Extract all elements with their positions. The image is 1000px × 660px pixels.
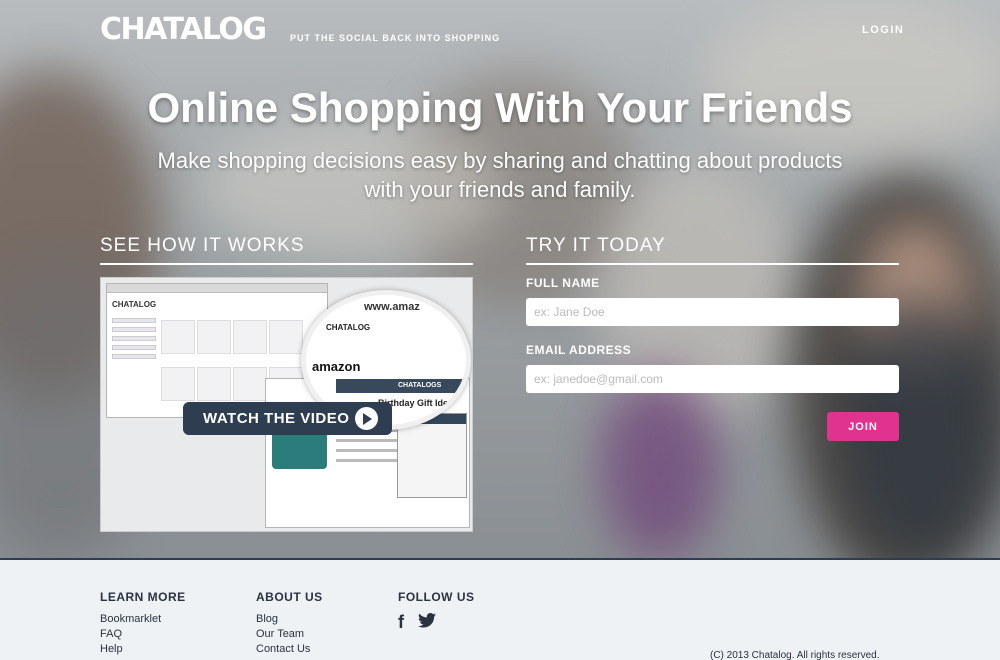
our-team-link[interactable]: Our Team xyxy=(256,627,323,642)
watch-video-label: WATCH THE VIDEO xyxy=(203,410,350,427)
screenshot-logo: CHATALOG xyxy=(112,300,157,309)
screenshot-tab: CHATALOG xyxy=(326,323,371,332)
screenshot-site-name: amazon xyxy=(312,359,361,374)
see-how-it-works-heading: SEE HOW IT WORKS xyxy=(100,235,473,265)
faq-link[interactable]: FAQ xyxy=(100,627,186,642)
video-thumbnail[interactable]: CHATALOG www.amaz CHATALOG amazon CHATAL… xyxy=(100,277,473,532)
camera-image xyxy=(272,429,327,469)
hero-subheadline: Make shopping decisions easy by sharing … xyxy=(157,148,843,202)
watch-video-button[interactable]: WATCH THE VIDEO xyxy=(183,402,392,435)
twitter-icon[interactable] xyxy=(418,612,436,633)
follow-us-column: FOLLOW US f xyxy=(398,590,475,633)
about-us-column: ABOUT US Blog Our Team Contact Us xyxy=(256,590,323,657)
about-us-heading: ABOUT US xyxy=(256,590,323,604)
hero-section: CHATALOG PUT THE SOCIAL BACK INTO SHOPPI… xyxy=(0,0,1000,558)
learn-more-heading: LEARN MORE xyxy=(100,590,186,604)
learn-more-column: LEARN MORE Bookmarklet FAQ Help xyxy=(100,590,186,657)
background-photo xyxy=(600,370,720,558)
screenshot-nav-bar: CHATALOGS xyxy=(336,379,466,393)
bookmarklet-link[interactable]: Bookmarklet xyxy=(100,612,186,627)
background-photo xyxy=(700,0,1000,160)
try-it-today-heading: TRY IT TODAY xyxy=(526,235,899,265)
footer: LEARN MORE Bookmarklet FAQ Help ABOUT US… xyxy=(0,558,1000,660)
screenshot-sidebar xyxy=(112,318,156,398)
play-icon xyxy=(355,407,378,430)
copyright: (C) 2013 Chatalog. All rights reserved. xyxy=(710,650,880,660)
join-button[interactable]: JOIN xyxy=(827,412,899,441)
email-input[interactable] xyxy=(526,365,899,393)
email-label: EMAIL ADDRESS xyxy=(526,343,632,357)
help-link[interactable]: Help xyxy=(100,642,186,657)
full-name-label: FULL NAME xyxy=(526,276,600,290)
follow-us-heading: FOLLOW US xyxy=(398,590,475,604)
chatalog-logo[interactable]: CHATALOG xyxy=(100,12,267,47)
blog-link[interactable]: Blog xyxy=(256,612,323,627)
login-link[interactable]: LOGIN xyxy=(862,24,904,36)
hero-headline: Online Shopping With Your Friends xyxy=(147,84,853,131)
full-name-input[interactable] xyxy=(526,298,899,326)
facebook-icon[interactable]: f xyxy=(398,612,404,633)
contact-us-link[interactable]: Contact Us xyxy=(256,642,323,657)
screenshot-url: www.amaz xyxy=(364,301,420,313)
tagline: PUT THE SOCIAL BACK INTO SHOPPING xyxy=(290,33,501,43)
